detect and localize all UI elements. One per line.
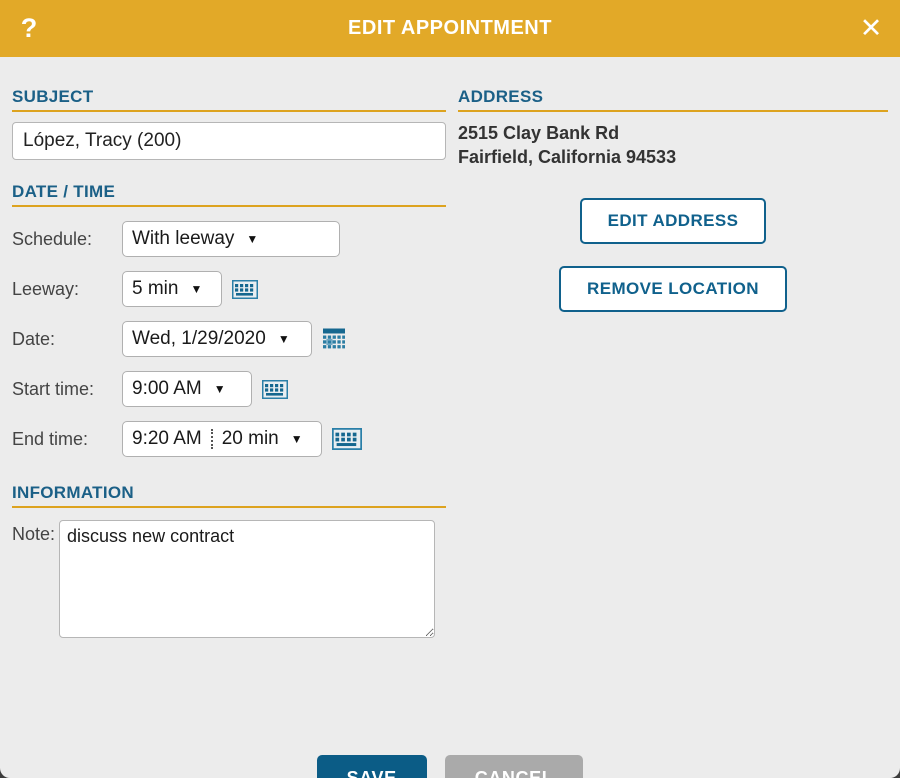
leeway-label: Leeway: [12,278,80,299]
leeway-value: 5 min [132,278,179,299]
schedule-label: Schedule: [12,228,93,249]
information-heading: INFORMATION [12,483,446,508]
address-heading: ADDRESS [458,87,888,112]
start-time-value: 9:00 AM [132,378,202,399]
end-time-value: 9:20 AM [132,428,202,449]
leeway-row: Leeway: 5 min ▼ [12,271,446,307]
chevron-down-icon: ▼ [213,382,226,396]
date-value: Wed, 1/29/2020 [132,328,266,349]
start-time-select[interactable]: 9:00 AM ▼ [122,371,252,407]
dialog-titlebar: ? EDIT APPOINTMENT ✕ [0,0,900,57]
subject-section: SUBJECT [12,87,446,160]
chevron-down-icon: ▼ [246,232,259,246]
subject-input[interactable] [12,122,446,160]
chevron-down-icon: ▼ [290,432,303,446]
note-row: Note: [12,520,446,638]
help-icon-glyph: ? [20,13,38,43]
keyboard-icon[interactable] [232,279,258,299]
leeway-select[interactable]: 5 min ▼ [122,271,222,307]
note-label: Note: [12,524,56,544]
schedule-select[interactable]: With leeway ▼ [122,221,340,257]
close-icon-glyph: ✕ [859,13,883,43]
address-line-2: Fairfield, California 94533 [458,146,677,167]
start-time-row: Start time: 9:00 AM ▼ [12,371,446,407]
datetime-section: DATE / TIME Schedule: With leeway ▼ Leew… [12,182,446,457]
left-column: SUBJECT DATE / TIME Schedule: With leewa… [12,87,446,638]
keyboard-icon[interactable] [332,428,362,450]
schedule-row: Schedule: With leeway ▼ [12,221,446,257]
start-time-label: Start time: [12,378,95,399]
calendar-icon[interactable] [322,328,346,351]
chevron-down-icon: ▼ [190,282,203,296]
save-button[interactable]: SAVE [316,755,427,778]
end-time-duration: 20 min [221,428,279,449]
edit-address-button[interactable]: EDIT ADDRESS [579,197,767,244]
address-line-1: 2515 Clay Bank Rd [458,123,620,143]
end-time-select[interactable]: 9:20 AM 20 min ▼ [122,421,322,457]
dialog-footer: SAVE CANCEL [0,755,900,778]
duration-separator [210,429,213,449]
information-section: INFORMATION Note: [12,483,446,638]
date-row: Date: Wed, 1/29/2020 ▼ [12,321,446,357]
remove-location-button[interactable]: REMOVE LOCATION [559,265,787,312]
schedule-value: With leeway [132,228,235,249]
date-select[interactable]: Wed, 1/29/2020 ▼ [122,321,312,357]
help-icon[interactable]: ? [0,0,58,57]
address-text: 2515 Clay Bank Rd Fairfield, California … [458,122,888,170]
date-label: Date: [12,328,56,349]
cancel-button[interactable]: CANCEL [444,755,584,778]
chevron-down-icon: ▼ [277,332,290,346]
keyboard-icon[interactable] [262,379,288,399]
dialog-title: EDIT APPOINTMENT [348,17,552,39]
end-time-row: End time: 9:20 AM 20 min ▼ [12,421,446,457]
datetime-heading: DATE / TIME [12,182,446,207]
note-textarea[interactable] [59,520,436,638]
subject-heading: SUBJECT [12,87,446,112]
address-section: ADDRESS 2515 Clay Bank Rd Fairfield, Cal… [458,87,888,312]
edit-appointment-dialog: ? EDIT APPOINTMENT ✕ SUBJECT DATE / TIME… [0,0,900,778]
close-icon[interactable]: ✕ [842,0,900,57]
right-column: ADDRESS 2515 Clay Bank Rd Fairfield, Cal… [458,87,888,312]
end-time-label: End time: [12,428,89,449]
address-actions: EDIT ADDRESS REMOVE LOCATION [458,197,888,312]
